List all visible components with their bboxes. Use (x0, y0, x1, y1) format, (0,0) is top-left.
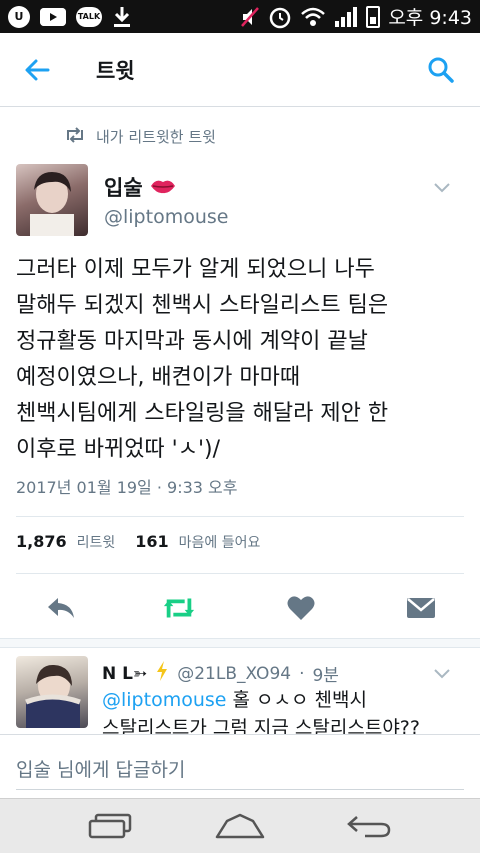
lips-icon (150, 176, 176, 200)
system-navigation-bar (0, 798, 480, 853)
status-left-icons: U TALK (8, 5, 132, 28)
reply-text: @liptomouse 홀 ㅇㅅㅇ 첸백시 스탈리스트가 그럼 지금 스탈리스트… (102, 686, 462, 734)
search-icon[interactable] (426, 55, 456, 85)
author-handle[interactable]: @liptomouse (104, 206, 228, 228)
avatar[interactable] (16, 164, 88, 236)
reply-input-placeholder: 입술 님에게 답글하기 (16, 759, 186, 781)
reply-author-name[interactable]: N L➳ (102, 664, 147, 684)
reply-author-handle[interactable]: @21LB_XO94 (177, 664, 291, 684)
reply-header: N L➳ @21LB_XO94 · 9분 (102, 660, 339, 687)
reply-avatar[interactable] (16, 656, 88, 728)
status-bar: U TALK 오후 9:43 (0, 0, 480, 33)
divider (16, 516, 464, 517)
reply-input[interactable]: 입술 님에게 답글하기 (16, 755, 185, 782)
home-icon[interactable] (215, 811, 265, 841)
app-header: 트윗 (0, 33, 480, 107)
tweet-actions (0, 585, 480, 629)
talk-icon: TALK (76, 6, 102, 27)
reply-icon[interactable] (44, 591, 78, 625)
status-time: 오후 9:43 (388, 7, 472, 29)
alarm-icon (268, 5, 292, 29)
tweet-timestamp: 2017년 01월 19일 · 9:33 오후 (16, 478, 238, 497)
youtube-icon (40, 7, 66, 26)
retweet-count[interactable]: 1,876 (16, 532, 67, 551)
author-name-text: 입술 (104, 176, 143, 200)
download-icon (112, 6, 132, 28)
retweet-icon[interactable] (162, 591, 196, 625)
reply-time: 9분 (312, 666, 339, 686)
back-arrow-icon[interactable] (22, 55, 52, 85)
like-count[interactable]: 161 (135, 532, 168, 551)
retweet-context-label: 내가 리트윗한 트윗 (96, 128, 216, 146)
retweet-count-label[interactable]: 리트윗 (77, 532, 116, 552)
reply-composer[interactable]: 입술 님에게 답글하기 (0, 734, 480, 798)
mute-icon (240, 6, 260, 28)
tweet-text: 그러타 이제 모두가 알게 되었으니 나두 말해두 되겠지 첸백시 스타일리스트… (16, 257, 389, 462)
wifi-icon (300, 6, 326, 28)
composer-underline (16, 789, 464, 790)
u-plus-icon: U (8, 5, 30, 28)
retweet-icon (64, 126, 86, 147)
lightning-icon (155, 660, 169, 687)
chevron-down-icon[interactable] (434, 178, 450, 193)
like-count-label[interactable]: 마음에 들어요 (179, 532, 261, 552)
reply-separator: · (299, 663, 305, 684)
page-title: 트윗 (96, 59, 135, 83)
author-name[interactable]: 입술 (104, 172, 176, 202)
section-separator (0, 638, 480, 648)
reply-mention[interactable]: @liptomouse (102, 689, 226, 711)
divider (16, 573, 464, 574)
like-icon[interactable] (284, 591, 318, 625)
recent-apps-icon[interactable] (86, 811, 136, 841)
status-right-icons: 오후 9:43 (240, 3, 472, 30)
chevron-down-icon[interactable] (434, 664, 450, 679)
tweet-stats: 1,876 리트윗 161 마음에 들어요 (16, 532, 260, 552)
dm-icon[interactable] (404, 591, 438, 625)
battery-icon (366, 5, 381, 28)
back-icon[interactable] (344, 811, 394, 841)
retweet-context: 내가 리트윗한 트윗 (64, 126, 216, 147)
signal-icon (334, 6, 358, 28)
